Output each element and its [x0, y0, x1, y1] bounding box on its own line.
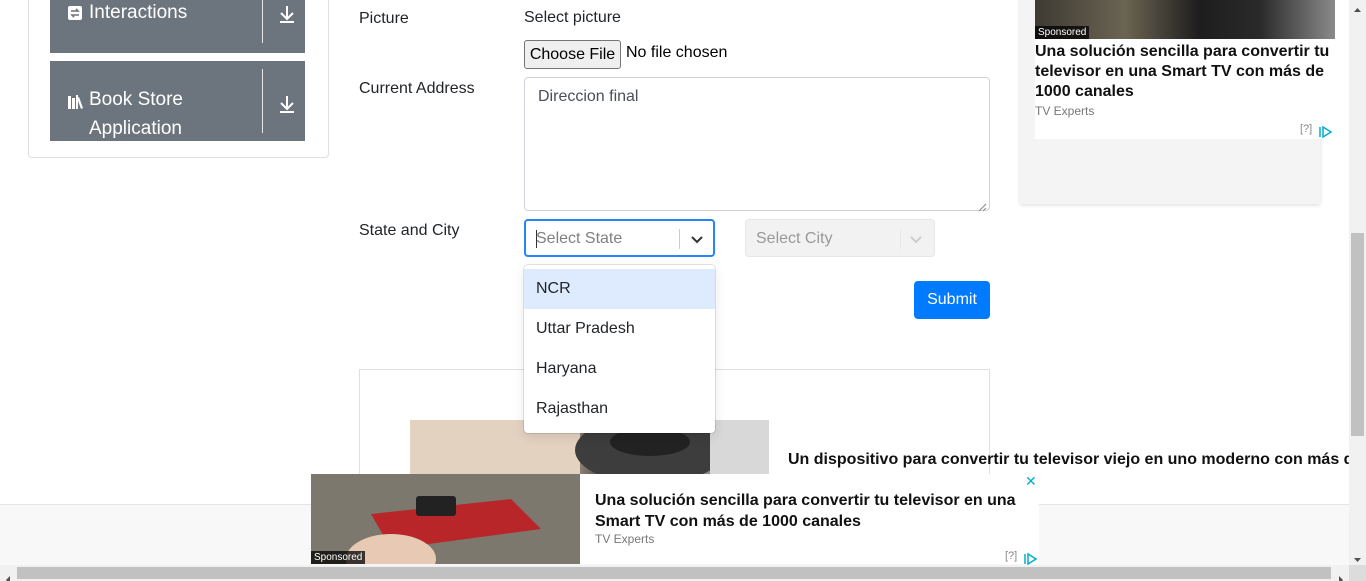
state-city-label: State and City — [359, 222, 460, 239]
ad-info-link[interactable]: [?] — [1300, 123, 1312, 135]
download-arrow-icon[interactable] — [278, 4, 296, 24]
select-separator — [900, 229, 901, 249]
ad-source[interactable]: TV Experts — [595, 532, 654, 546]
submit-button[interactable]: Submit — [914, 281, 990, 319]
horizontal-scroll-thumb[interactable] — [17, 567, 1331, 579]
choose-file-button[interactable]: Choose File — [524, 40, 621, 69]
sponsored-label: Sponsored — [1035, 26, 1090, 39]
state-dropdown-menu: NCR Uttar Pradesh Haryana Rajasthan — [524, 265, 715, 433]
right-ad-container[interactable]: Sponsored Una solución sencilla para con… — [1020, 0, 1335, 204]
label-line-1: Book Store — [89, 89, 183, 110]
scroll-right-icon[interactable] — [1337, 569, 1345, 581]
current-address-textarea[interactable]: Direccion final — [524, 77, 990, 212]
ad-headline[interactable]: Una solución sencilla para convertir tu … — [595, 490, 1025, 532]
vertical-scrollbar[interactable] — [1349, 0, 1366, 565]
download-arrow-icon[interactable] — [278, 94, 296, 114]
scroll-down-icon[interactable] — [1353, 549, 1362, 562]
text-caret — [536, 230, 537, 248]
ad-headline[interactable]: Una solución sencilla para convertir tu … — [1035, 42, 1335, 102]
address-value: Direccion final — [538, 88, 639, 105]
state-option[interactable]: Haryana — [524, 349, 715, 389]
label-line-2: Application — [89, 118, 182, 139]
picture-label: Picture — [359, 10, 409, 27]
scrollbar-corner — [1349, 565, 1366, 581]
select-picture-text: Select picture — [524, 9, 621, 26]
ad-info-link[interactable]: [?] — [1005, 550, 1017, 562]
state-option[interactable]: Uttar Pradesh — [524, 309, 715, 349]
interactions-icon — [67, 5, 83, 21]
state-select[interactable]: Select State — [524, 219, 715, 257]
scroll-up-icon[interactable] — [1353, 0, 1362, 12]
no-file-chosen-text: No file chosen — [626, 44, 728, 61]
sponsored-label: Sponsored — [311, 551, 366, 564]
books-icon — [67, 94, 83, 110]
select-separator — [679, 229, 680, 249]
sidebar-group-label: Book Store Application — [89, 85, 183, 143]
chevron-down-icon[interactable] — [908, 231, 924, 247]
sidebar-group-book-store[interactable]: Book Store Application — [50, 61, 305, 141]
resize-grip-icon[interactable] — [978, 199, 987, 212]
vertical-scroll-thumb[interactable] — [1351, 233, 1364, 436]
right-ad-card: Sponsored Una solución sencilla para con… — [1035, 0, 1335, 139]
bottom-ad[interactable]: Sponsored Una solución sencilla para con… — [311, 474, 1039, 566]
state-option[interactable]: Rajasthan — [524, 389, 715, 429]
state-option[interactable]: NCR — [524, 269, 715, 309]
divider — [262, 69, 263, 133]
close-icon[interactable]: ✕ — [1025, 475, 1037, 489]
current-address-label: Current Address — [359, 80, 475, 97]
adchoices-icon[interactable] — [1319, 123, 1333, 139]
scroll-left-icon[interactable] — [4, 569, 12, 581]
state-placeholder: Select State — [536, 230, 623, 247]
ad-source[interactable]: TV Experts — [1035, 104, 1094, 118]
sidebar-group-interactions[interactable]: Interactions — [50, 0, 305, 53]
sidebar-group-label: Interactions — [89, 2, 188, 23]
adchoices-icon[interactable] — [1024, 550, 1038, 566]
city-placeholder: Select City — [756, 230, 833, 247]
horizontal-scrollbar[interactable] — [0, 565, 1349, 581]
chevron-down-icon[interactable] — [689, 231, 705, 247]
divider — [262, 0, 263, 43]
city-select[interactable]: Select City — [745, 219, 935, 257]
ad-image[interactable]: Sponsored — [1035, 0, 1335, 39]
ad-headline[interactable]: Un dispositivo para convertir tu televis… — [788, 451, 1366, 469]
ad-image[interactable]: Sponsored — [311, 474, 580, 564]
